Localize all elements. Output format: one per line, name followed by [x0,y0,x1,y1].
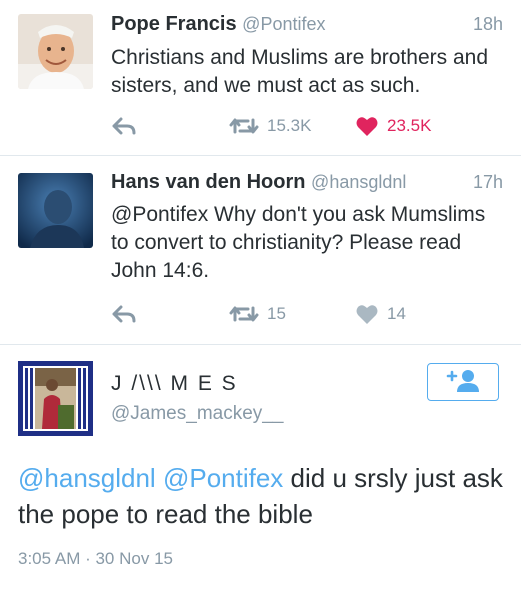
tweet-time: 17h [472,172,503,192]
follow-button[interactable] [427,363,499,401]
author-handle[interactable]: @Pontifex [242,14,325,34]
like-count: 23.5K [387,116,432,135]
user-handle[interactable]: @James_mackey__ [111,403,283,425]
add-user-icon [445,368,481,397]
reply-button[interactable] [111,115,137,137]
tweet-pope[interactable]: Pope Francis @Pontifex 18h Christians an… [0,0,521,155]
like-button[interactable]: 14 [355,303,406,325]
author-handle[interactable]: @hansgldnl [311,172,406,192]
reply-icon [111,303,137,325]
like-count: 14 [387,304,406,323]
tweet-reply[interactable]: Hans van den Hoorn @hansgldnl 17h @Ponti… [0,156,521,344]
retweet-button[interactable]: 15 [229,303,286,325]
retweet-button[interactable]: 15.3K [229,115,311,137]
avatar-james[interactable] [18,361,93,436]
display-name[interactable]: J /\\\ M E S [111,372,238,396]
avatar-pope[interactable] [18,14,93,89]
mention-link[interactable]: @Pontifex [163,463,283,493]
heart-icon [355,303,379,325]
author-name[interactable]: Pope Francis [111,13,237,35]
retweet-icon [229,115,259,137]
retweet-count: 15 [267,304,286,323]
avatar-hans[interactable] [18,173,93,248]
retweet-count: 15.3K [267,116,312,135]
tweet-text: Christians and Muslims are brothers and … [111,46,488,97]
reply-button[interactable] [111,303,137,325]
like-button[interactable]: 23.5K [355,115,431,137]
author-name[interactable]: Hans van den Hoorn [111,171,305,193]
retweet-icon [229,303,259,325]
mention-link[interactable]: @hansgldnl [18,463,156,493]
tweet-timestamp[interactable]: 3:05 AM · 30 Nov 15 [18,549,173,569]
reply-icon [111,115,137,137]
heart-icon [355,115,379,137]
tweet-text: @hansgldnl @Pontifex did u srsly just as… [18,460,503,532]
tweet-time: 18h [472,14,503,34]
tweet-text: @Pontifex Why don't you ask Mumslims to … [111,203,486,282]
